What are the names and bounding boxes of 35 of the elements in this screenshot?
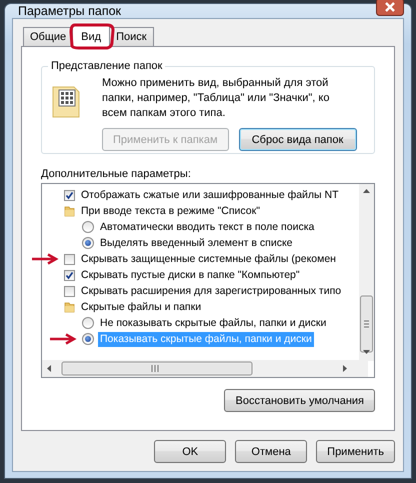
folder-grid-icon [52,84,80,118]
dialog-button[interactable]: Применить [316,440,395,463]
group-heading: При вводе текста в режиме "Список" [80,204,261,218]
restore-defaults-button[interactable]: Восстановить умолчания [224,389,375,412]
advanced-settings-label: Дополнительные параметры: [41,168,192,180]
option-label[interactable]: Выделять введенный элемент в списке [98,236,294,250]
checkbox[interactable] [64,270,75,280]
option-label[interactable]: Отображать сжатые или зашифрованные файлы NT [79,188,341,202]
option-label[interactable]: Скрывать защищенные системные файлы (рекомен [79,252,338,266]
option-label[interactable]: Скрывать пустые диски в папке "Компьютер" [79,268,302,282]
group-title: Представление папок [50,60,164,72]
window-title: Параметры папок [18,4,122,18]
option-label[interactable]: Автоматически вводить текст в поле поиска [98,220,316,234]
options-list[interactable] [41,183,375,378]
vertical-scrollbar[interactable] [359,184,374,361]
radio-button[interactable] [82,333,94,345]
group-heading: Скрытые файлы и папки [80,300,202,314]
option-label[interactable]: Скрывать расширения для зарегистрированных типо [79,284,344,298]
checkbox[interactable] [64,190,75,200]
option-label[interactable]: Не показывать скрытые файлы, папки и диски [98,316,328,330]
checkbox[interactable] [64,254,75,264]
radio-button[interactable] [82,221,94,233]
close-icon[interactable] [376,0,404,16]
tab[interactable]: Поиск [109,27,154,46]
dialog-button[interactable]: OK [154,440,226,463]
tab[interactable]: Общие [23,27,74,46]
radio-button[interactable] [82,317,94,329]
folder-button[interactable]: Сброс вида папок [238,128,357,151]
folder-icon [64,205,75,217]
description-text: Можно применить вид, выбранный для этой папки, например, "Таблица" или "Значки", ко всем папкам этого типа. [102,76,330,121]
checkbox[interactable] [64,286,75,296]
folder-icon [64,301,75,313]
dialog-button[interactable]: Отмена [235,440,308,463]
horizontal-scrollbar[interactable] [42,360,368,377]
radio-button[interactable] [82,237,94,249]
